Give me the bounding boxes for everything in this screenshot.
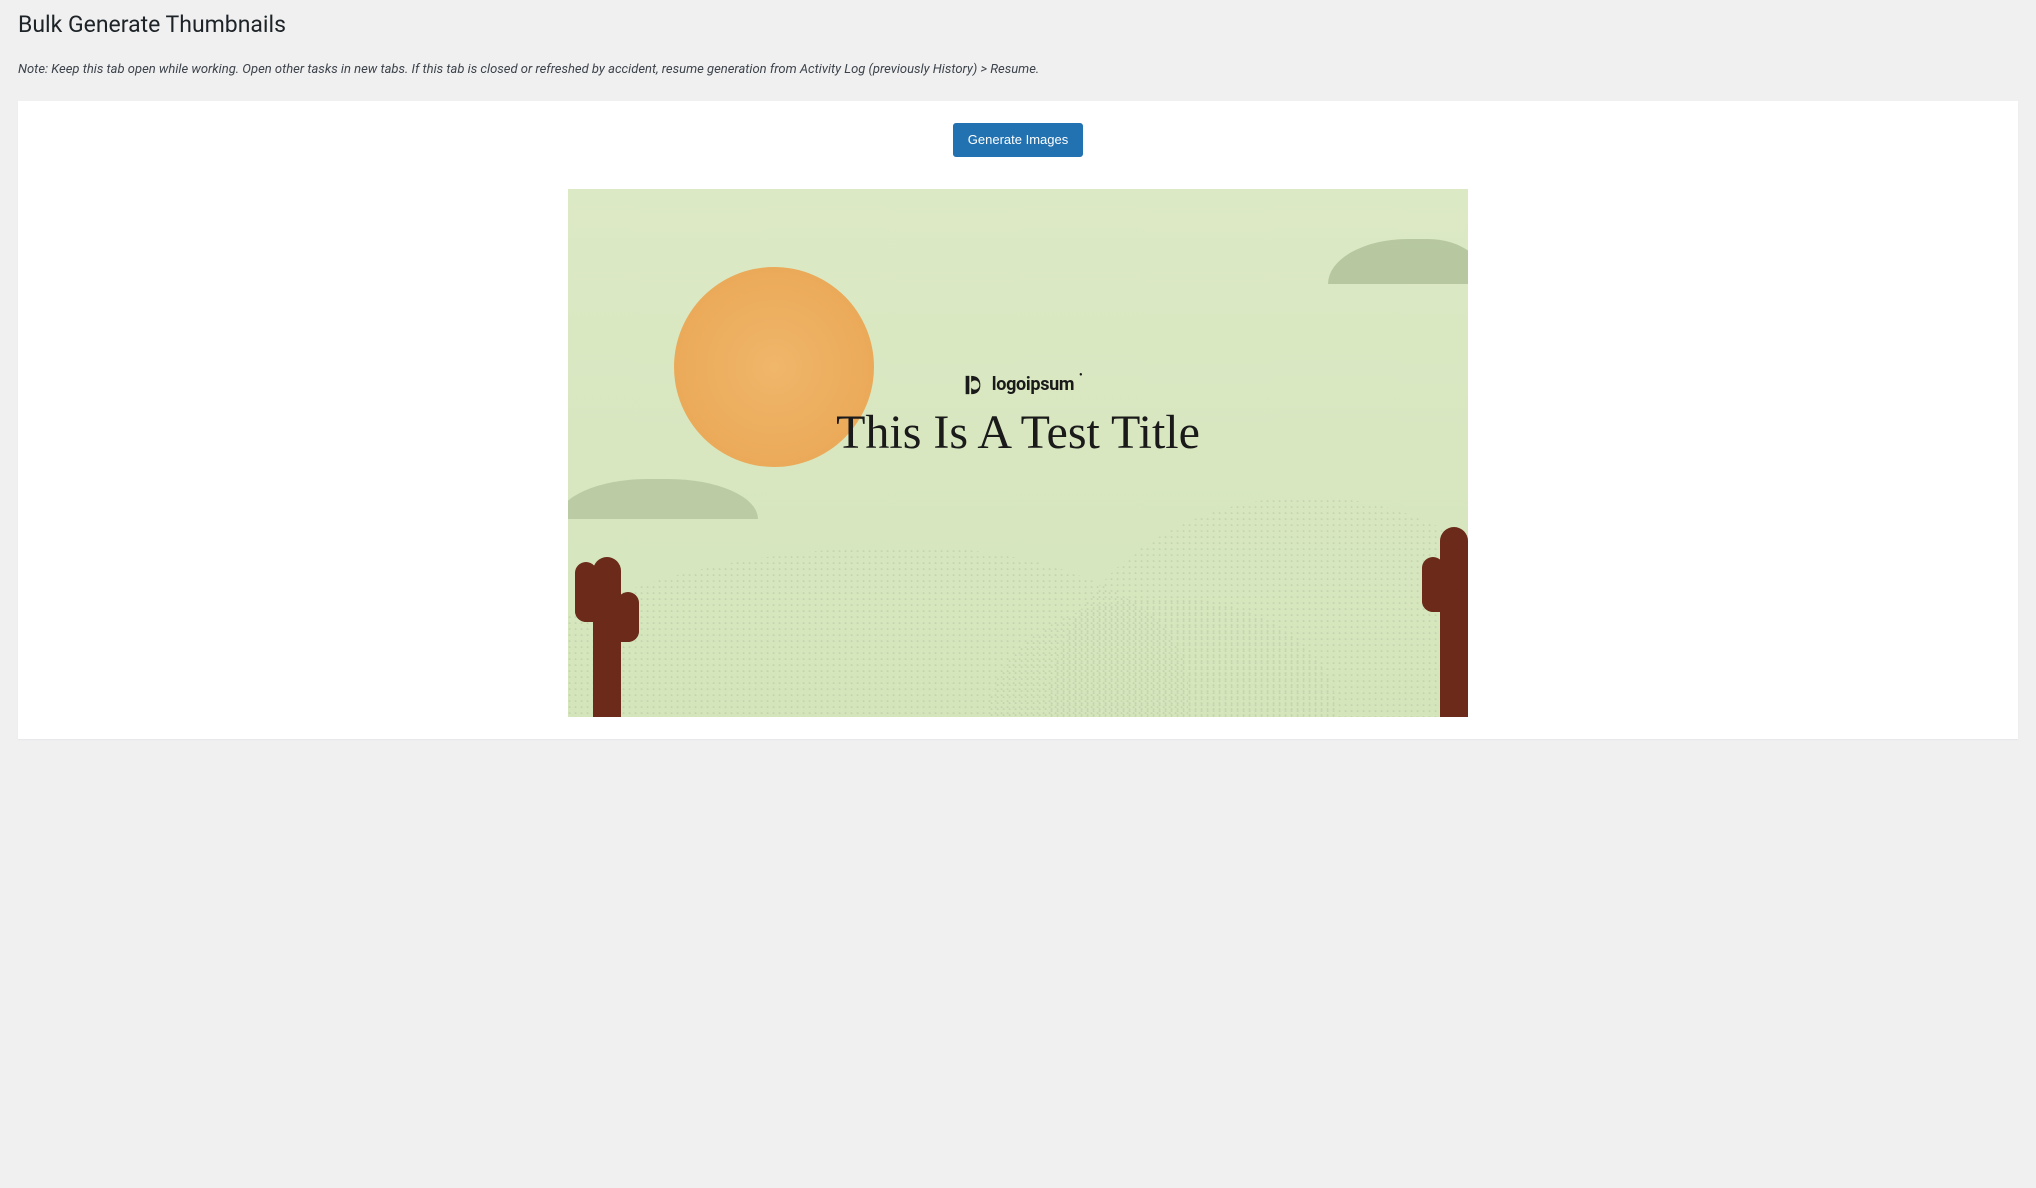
thumbnail-preview: logoipsum This Is A Test Title: [568, 189, 1468, 717]
logo-wrap: logoipsum: [568, 374, 1468, 396]
preview-title: This Is A Test Title: [568, 404, 1468, 462]
cactus-decoration: [593, 557, 621, 717]
logo-icon: [962, 374, 984, 396]
content-panel: Generate Images: [18, 101, 2018, 739]
note-text: Note: Keep this tab open while working. …: [18, 60, 2018, 80]
overlay-content: logoipsum This Is A Test Title: [568, 374, 1468, 462]
logo-text: logoipsum: [992, 374, 1074, 395]
page-title: Bulk Generate Thumbnails: [18, 10, 2018, 40]
generate-images-button[interactable]: Generate Images: [953, 123, 1083, 157]
cactus-decoration: [1440, 527, 1468, 717]
